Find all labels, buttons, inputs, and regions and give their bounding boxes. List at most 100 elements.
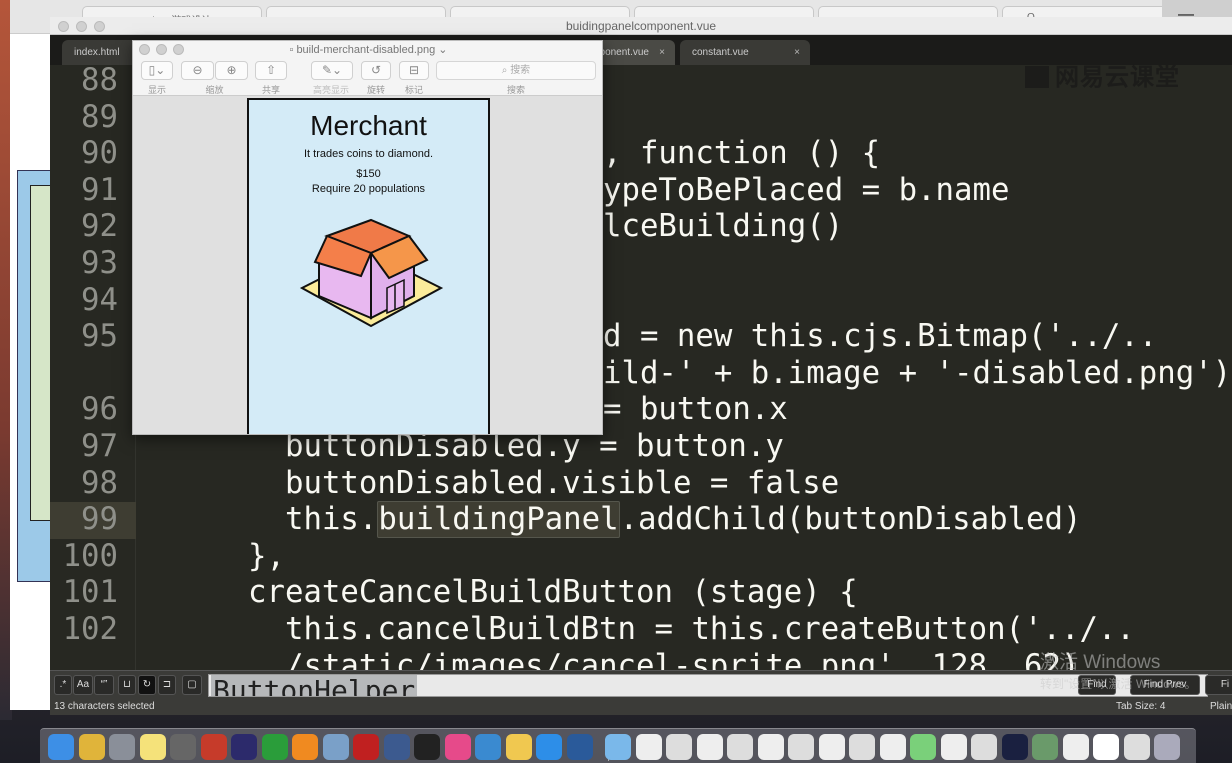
code-text: ild-' + b.image + '-disabled.png') [603, 355, 1232, 391]
dock-quicktime-icon[interactable] [566, 734, 593, 760]
share-icon[interactable]: ⇧ [255, 61, 287, 80]
dock-downloads-icon[interactable] [605, 734, 631, 760]
find-all-button[interactable]: Fi [1205, 675, 1232, 695]
code-text: buttonDisabled.visible = false [285, 465, 840, 501]
line-number: 92 [81, 209, 118, 245]
line-number: 97 [81, 429, 118, 464]
rotate-icon[interactable]: ↺ [361, 61, 391, 80]
code-line: 102 this.cancelBuildBtn = this.createButt… [50, 612, 1232, 649]
dock-doc-icon[interactable] [696, 734, 723, 760]
zoom-out-icon[interactable]: ⊖ [181, 61, 214, 80]
dock-launchpad-icon[interactable] [109, 734, 135, 760]
activate-windows-hint: 转到"设置"以激活 Windows。 [1040, 677, 1197, 691]
tab-size-status[interactable]: Tab Size: 4 [1116, 698, 1165, 715]
dock-doc-icon[interactable] [666, 734, 692, 760]
close-tab-icon[interactable]: × [659, 40, 665, 65]
dock-doc-icon[interactable] [1062, 734, 1089, 760]
toolbar-label: 显示 [147, 85, 166, 95]
dock-doc-icon[interactable] [1123, 734, 1150, 760]
dock-doc-icon[interactable] [879, 734, 906, 760]
dock-chrome-icon[interactable] [78, 734, 105, 760]
card-title: Merchant [310, 110, 427, 141]
search-input[interactable]: ⌕ 搜索 [436, 61, 596, 80]
regex-toggle[interactable]: .* [54, 675, 72, 695]
markup-icon[interactable]: ⊟ [399, 61, 429, 80]
page-image [17, 170, 52, 582]
code-text: this.buildingPanel.addChild(buttonDisabl… [285, 501, 1081, 539]
minimize-window-button[interactable] [76, 21, 87, 32]
close-tab-icon[interactable]: × [794, 40, 800, 65]
toolbar-label: 缩放 [205, 85, 224, 95]
dock-photo-icon[interactable] [1032, 734, 1058, 760]
dock-notes-icon[interactable] [139, 734, 166, 760]
dock-doc-icon[interactable] [818, 734, 845, 760]
show-context-toggle[interactable]: ▢ [182, 675, 202, 695]
dock-sublime-text-icon[interactable] [170, 734, 196, 760]
dock-folder-icon[interactable] [505, 734, 532, 760]
line-number: 91 [81, 172, 118, 208]
tab-constant-vue[interactable]: constant.vue × [680, 40, 810, 65]
card-price: $150 [356, 168, 381, 180]
netease-watermark: 网易云课堂 [1025, 57, 1180, 92]
zoom-window-button[interactable] [94, 21, 105, 32]
dock-virtualbox-icon[interactable] [383, 734, 410, 760]
code-line: 100}, [50, 539, 1232, 576]
line-number: 100 [62, 538, 118, 574]
highlight-matches-toggle[interactable]: ⊐ [158, 675, 176, 695]
dock-ibooks-icon[interactable] [292, 734, 318, 760]
dock-doc-icon[interactable] [849, 734, 875, 760]
dock-app-green-icon[interactable] [261, 734, 288, 760]
dock-eclipse-icon[interactable] [231, 734, 257, 760]
dock-windows-icon[interactable] [475, 734, 501, 760]
code-text: ypeToBePlaced = b.name [603, 172, 1010, 208]
line-number: 90 [81, 136, 118, 172]
dock-app-icon[interactable] [200, 734, 227, 760]
dock-doc-icon[interactable] [788, 734, 814, 760]
file-name: build-merchant-disabled.png [296, 44, 436, 56]
line-number: 101 [62, 575, 118, 611]
preview-toolbar: ▫ build-merchant-disabled.png ⌄ ▯⌄ ⊖ ⊕ ⇧… [133, 41, 602, 96]
in-selection-toggle[interactable]: ⊔ [118, 675, 136, 695]
dock-terminal-icon[interactable] [414, 734, 440, 760]
dock-safari-icon[interactable] [536, 734, 562, 760]
line-number: 94 [81, 282, 118, 318]
whole-word-toggle[interactable]: “” [94, 675, 114, 695]
toolbar-label: 搜索 [506, 85, 525, 95]
dock-doc-icon[interactable] [635, 734, 662, 760]
dock-finder-icon[interactable] [48, 734, 74, 760]
dock-doc-icon[interactable] [910, 734, 936, 760]
line-number: 89 [81, 99, 118, 135]
dock-doc-icon[interactable] [1001, 734, 1028, 760]
preview-window: ▫ build-merchant-disabled.png ⌄ ▯⌄ ⊖ ⊕ ⇧… [132, 40, 603, 435]
tab-label: index.html [74, 47, 120, 58]
window-title: buidingpanelcomponent.vue [565, 19, 717, 33]
dock-doc-icon[interactable] [1093, 734, 1119, 760]
case-sensitive-toggle[interactable]: Aa [73, 675, 93, 695]
dock-doc-icon[interactable] [971, 734, 997, 760]
dock-doc-icon[interactable] [727, 734, 753, 760]
dock-app-red-icon[interactable] [353, 734, 379, 760]
dock-doc-icon[interactable] [757, 734, 784, 760]
line-number: 95 [81, 319, 118, 355]
toolbar-label: 旋转 [366, 85, 385, 95]
dock-preview-icon[interactable] [322, 734, 349, 760]
wrap-toggle[interactable]: ↻ [138, 675, 156, 695]
dock-doc-icon[interactable] [940, 734, 967, 760]
chevron-down-icon: ⌄ [435, 44, 448, 56]
sidebar-icon[interactable]: ▯⌄ [141, 61, 173, 80]
watermark-text: 网易云课堂 [1055, 64, 1180, 91]
preview-title[interactable]: ▫ build-merchant-disabled.png ⌄ [133, 43, 602, 56]
dock-trash-icon[interactable] [1154, 734, 1180, 760]
code-text: = button.x [603, 392, 788, 428]
code-text: }, [248, 538, 285, 574]
zoom-in-icon[interactable]: ⊕ [215, 61, 248, 80]
syntax-status[interactable]: Plain [1210, 698, 1232, 715]
dock-itunes-icon[interactable] [444, 734, 471, 760]
highlight-icon[interactable]: ✎⌄ [311, 61, 353, 80]
code-text: createCancelBuildButton (stage) { [248, 575, 858, 611]
code-line: 98 buttonDisabled.visible = false [50, 466, 1232, 503]
line-number: 98 [81, 465, 118, 501]
close-window-button[interactable] [58, 21, 69, 32]
window-titlebar: buidingpanelcomponent.vue [50, 17, 1232, 35]
line-number: 96 [81, 392, 118, 428]
